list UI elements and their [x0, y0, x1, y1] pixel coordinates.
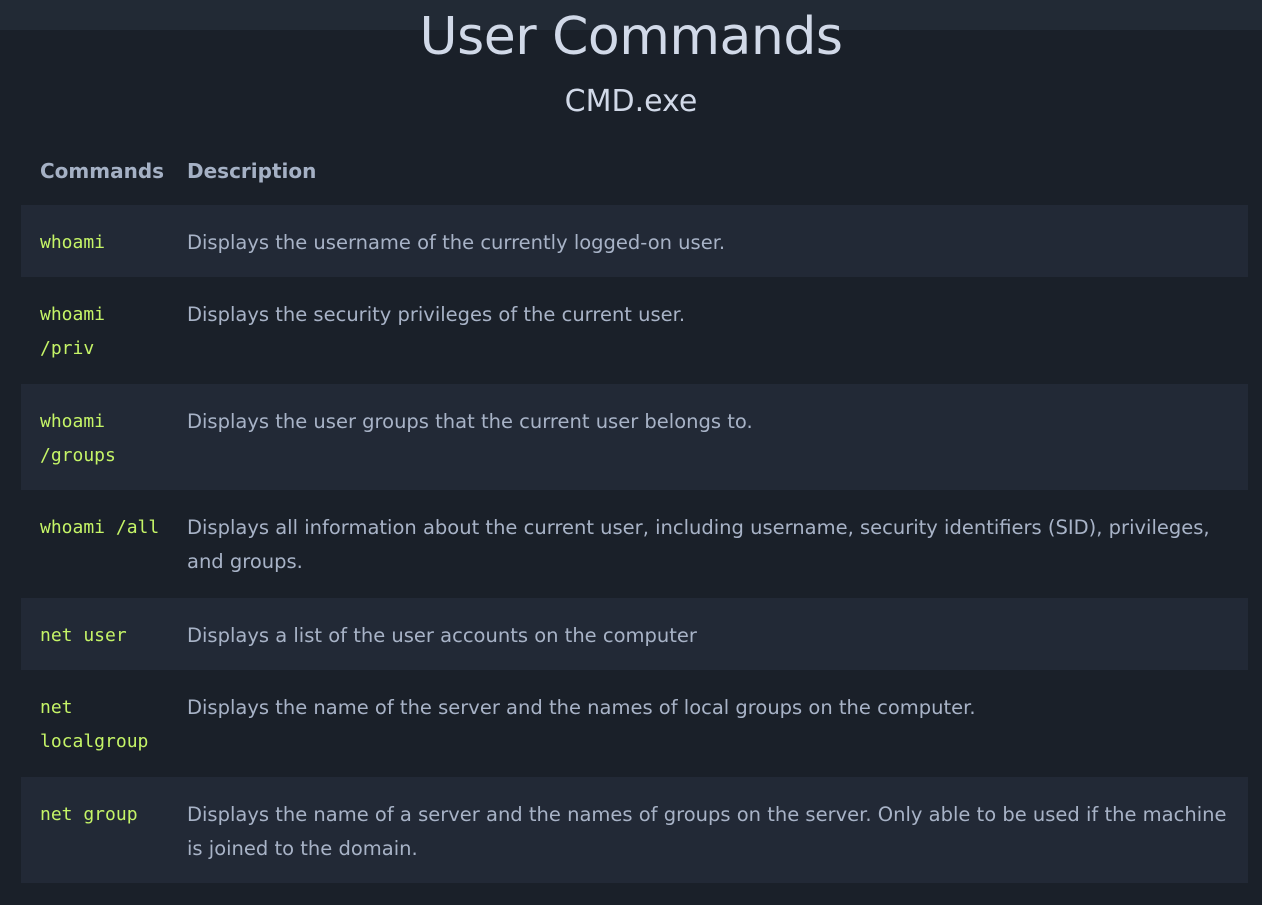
command-cell: net localgroup [40, 697, 149, 752]
commands-table: Commands Description whoami Displays the… [21, 137, 1248, 883]
table-row: net group Displays the name of a server … [21, 777, 1248, 883]
table-row: net localgroup Displays the name of the … [21, 670, 1248, 777]
command-cell: net user [40, 625, 127, 646]
description-cell: Displays the name of a server and the na… [187, 803, 1227, 860]
description-cell: Displays all information about the curre… [187, 516, 1210, 573]
description-cell: Displays the user groups that the curren… [187, 410, 753, 433]
table-row: whoami /priv Displays the security privi… [21, 277, 1248, 384]
command-cell: whoami /all [40, 517, 160, 538]
table-row: whoami /all Displays all information abo… [21, 490, 1248, 598]
description-cell: Displays the security privileges of the … [187, 303, 686, 326]
command-cell: whoami [40, 232, 106, 253]
table-row: whoami /groups Displays the user groups … [21, 384, 1248, 490]
page-subtitle: CMD.exe [564, 84, 698, 119]
table-header-row: Commands Description [21, 137, 1248, 205]
header-description: Description [187, 159, 317, 183]
table-row: whoami Displays the username of the curr… [21, 205, 1248, 277]
page-title: User Commands [419, 7, 843, 67]
command-cell: net group [40, 804, 138, 825]
table-row: net user Displays a list of the user acc… [21, 598, 1248, 670]
command-cell: whoami /groups [40, 411, 116, 466]
description-cell: Displays a list of the user accounts on … [187, 624, 697, 647]
command-cell: whoami /priv [40, 304, 106, 359]
header-commands: Commands [40, 159, 165, 183]
description-cell: Displays the username of the currently l… [187, 231, 726, 254]
description-cell: Displays the name of the server and the … [187, 696, 976, 719]
